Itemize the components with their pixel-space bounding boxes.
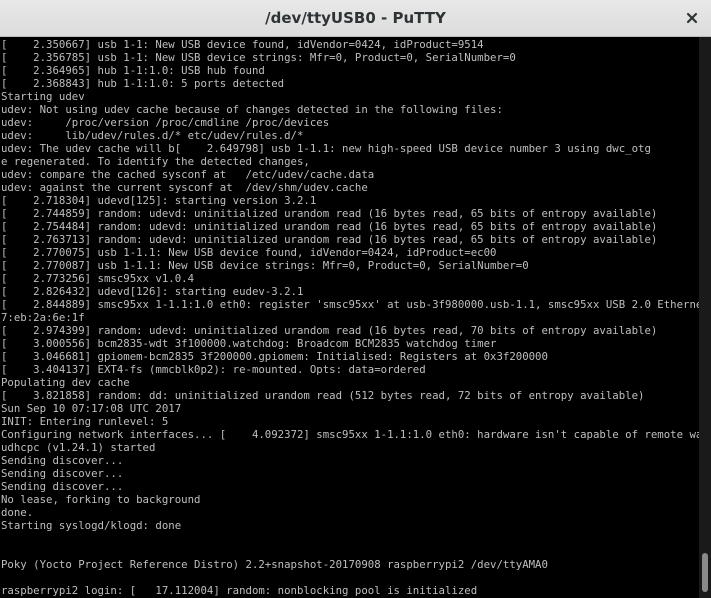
terminal-line: e regenerated. To identify the detected …: [1, 155, 310, 168]
terminal-line: udev: lib/udev/rules.d/* etc/udev/rules.…: [1, 129, 304, 142]
terminal-line: [ 2.350667] usb 1-1: New USB device foun…: [1, 38, 484, 51]
close-icon[interactable]: [683, 9, 701, 27]
terminal-line: raspberrypi2 login: [ 17.112004] random:…: [1, 584, 478, 597]
terminal-line: [ 3.821858] random: dd: uninitialized ur…: [1, 389, 645, 402]
terminal-line: udev: Not using udev cache because of ch…: [1, 103, 503, 116]
terminal-line: [ 2.754484] random: udevd: uninitialized…: [1, 220, 658, 233]
title-bar[interactable]: /dev/ttyUSB0 - PuTTY: [0, 0, 711, 37]
terminal-line: Sun Sep 10 07:17:08 UTC 2017: [1, 402, 182, 415]
terminal-line: Populating dev cache: [1, 376, 130, 389]
terminal-line: Sending discover...: [1, 467, 124, 480]
terminal-line: [ 2.974399] random: udevd: uninitialized…: [1, 324, 658, 337]
terminal-line: udev: The udev cache will b[ 2.649798] u…: [1, 142, 651, 155]
terminal-line: [ 3.404137] EXT4-fs (mmcblk0p2): re-moun…: [1, 363, 426, 376]
terminal-line: [ 2.356785] usb 1-1: New USB device stri…: [1, 51, 516, 64]
terminal-line: udhcpc (v1.24.1) started: [1, 441, 156, 454]
terminal-line: [ 2.770087] usb 1-1.1: New USB device st…: [1, 259, 529, 272]
terminal-line: [ 2.763713] random: udevd: uninitialized…: [1, 233, 658, 246]
window-title: /dev/ttyUSB0 - PuTTY: [265, 9, 446, 27]
terminal-line: [ 3.046681] gpiomem-bcm2835 3f200000.gpi…: [1, 350, 548, 363]
terminal-line: udev: against the current sysconf at /de…: [1, 181, 368, 194]
scrollbar[interactable]: [699, 37, 711, 598]
terminal-line: udev: /proc/version /proc/cmdline /proc/…: [1, 116, 330, 129]
terminal-line: Poky (Yocto Project Reference Distro) 2.…: [1, 558, 548, 571]
terminal-line: [ 2.744859] random: udevd: uninitialized…: [1, 207, 658, 220]
terminal-line: INIT: Entering runlevel: 5: [1, 415, 169, 428]
terminal-line: [ 2.368843] hub 1-1:1.0: 5 ports detecte…: [1, 77, 285, 90]
terminal-line: Starting syslogd/klogd: done: [1, 519, 182, 532]
terminal-line: [ 2.826432] udevd[126]: starting eudev-3…: [1, 285, 304, 298]
terminal-line: 7:eb:2a:6e:1f: [1, 311, 85, 324]
terminal-line: [ 2.770075] usb 1-1.1: New USB device fo…: [1, 246, 497, 259]
terminal-output[interactable]: [ 2.350667] usb 1-1: New USB device foun…: [0, 37, 699, 598]
terminal-line: Sending discover...: [1, 480, 124, 493]
terminal-line: [ 2.773256] smsc95xx v1.0.4: [1, 272, 195, 285]
terminal-line: No lease, forking to background: [1, 493, 201, 506]
terminal-line: [ 2.364965] hub 1-1:1.0: USB hub found: [1, 64, 265, 77]
terminal-line: [ 3.000556] bcm2835-wdt 3f100000.watchdo…: [1, 337, 497, 350]
scrollbar-thumb[interactable]: [702, 553, 708, 593]
terminal-line: [ 2.844889] smsc95xx 1-1.1:1.0 eth0: reg…: [1, 298, 699, 311]
terminal-line: udev: compare the cached sysconf at /etc…: [1, 168, 375, 181]
terminal-line: Starting udev: [1, 90, 85, 103]
terminal-line: Sending discover...: [1, 454, 124, 467]
terminal-line: Configuring network interfaces... [ 4.09…: [1, 428, 699, 441]
terminal-line: done.: [1, 506, 34, 519]
terminal-line: [ 2.718304] udevd[125]: starting version…: [1, 194, 317, 207]
